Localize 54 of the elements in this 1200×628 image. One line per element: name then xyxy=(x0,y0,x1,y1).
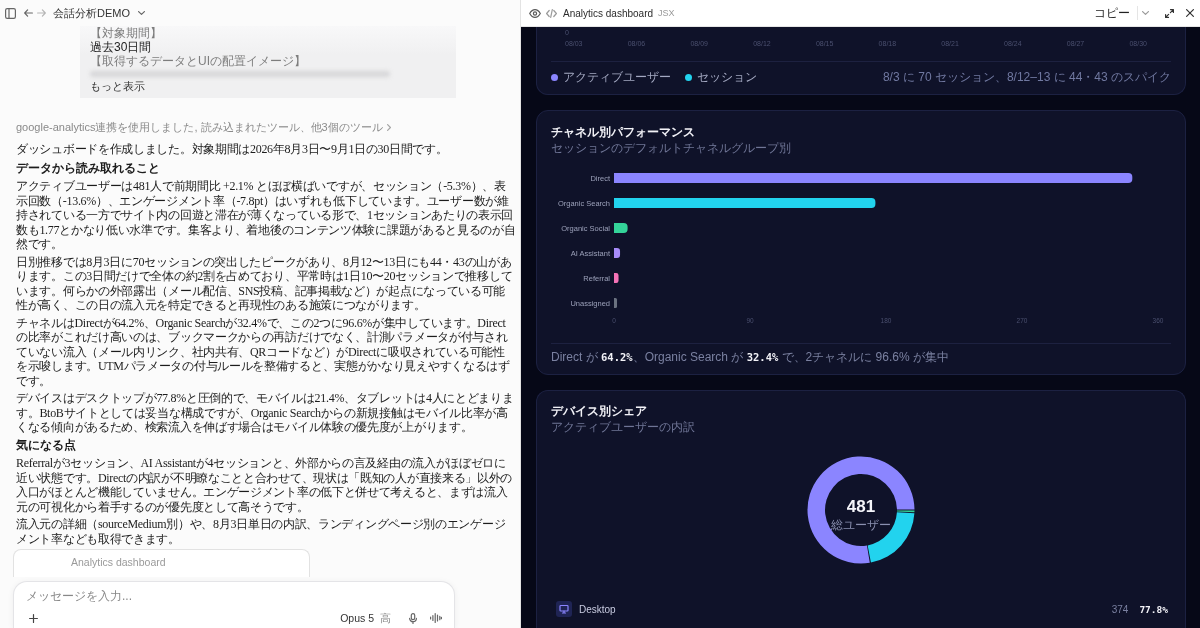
artifact-title: Analytics dashboard xyxy=(563,7,654,19)
code-icon[interactable] xyxy=(546,8,557,18)
microphone-icon xyxy=(409,612,417,624)
close-icon[interactable] xyxy=(1186,9,1194,17)
bar xyxy=(614,223,628,233)
back-arrow-icon[interactable] xyxy=(24,9,33,17)
chevron-right-icon xyxy=(386,123,391,131)
bar xyxy=(614,298,617,308)
device-name: Desktop xyxy=(579,603,616,615)
response-paragraph: デバイスはデスクトップが77.8%と圧倒的で、モバイルは21.4%、タブレットは4人にとどまります。BtoBサイトとしては妥当な構成ですが、Organic Searchからの新規接触はモバイル比率が高くなる傾向があるため、検索流入を伸ばす場合はモバイル体験の優先度が上がります。 xyxy=(16,391,515,435)
chevron-down-icon xyxy=(1142,11,1149,15)
message-line: 【対象期間】 xyxy=(90,26,163,40)
waveform-icon xyxy=(430,613,442,623)
total-value: 481 xyxy=(846,497,876,516)
bar xyxy=(614,273,619,283)
message-line: 過去30日間 xyxy=(90,40,153,54)
artifact-card-title: Analytics dashboard xyxy=(71,555,166,569)
device-share: 77.8% xyxy=(1139,603,1168,615)
card-title: チャネル別パフォーマンス xyxy=(551,125,696,140)
show-more-link[interactable]: もっと表示 xyxy=(90,79,446,93)
bar xyxy=(614,248,621,258)
response-paragraph: Referralが3セッション、AI Assistantが4セッションと、外部からの言及経由の流入がほぼゼロに近い状態です。Directの内訳が不明瞭なことと合わせて、現状は「既知の人が直接来る」以外の入口がほとんど機能していません。エンゲージメント率の低下と併せて考えると、まずは流入元の可視化から着手するのが優先度として高そうです。 xyxy=(16,456,514,514)
device-count: 374 xyxy=(1111,603,1129,615)
expand-icon[interactable] xyxy=(1165,8,1174,18)
card-subtitle: セッションのデフォルトチャネルグループ別 xyxy=(551,141,792,156)
attach-button[interactable] xyxy=(29,613,38,623)
file-type-label: JSX xyxy=(658,8,675,18)
tool-usage-link[interactable]: google-analytics連携を使用しました, 読み込まれたツール、他3個のツール xyxy=(16,120,391,134)
response-paragraph: 流入元の詳細（sourceMedium別）や、8月3日単日の内訳、ランディングページ別のエンゲージメント率なども取得できます。 xyxy=(16,517,507,546)
total-label: 総ユーザー xyxy=(831,518,891,532)
card-title: デバイス別シェア xyxy=(551,404,648,419)
eye-icon[interactable] xyxy=(529,8,541,18)
card-subtitle: アクティブユーザーの内訳 xyxy=(551,420,696,435)
response-heading: データから読み取れること xyxy=(16,160,161,175)
copy-button[interactable]: コピー xyxy=(1089,3,1135,23)
response-heading: 気になる点 xyxy=(16,437,77,452)
message-input[interactable]: メッセージを入力... xyxy=(26,588,326,604)
message-line: 【取得するデータとUIの配置イメージ】 xyxy=(90,54,307,68)
chevron-down-icon xyxy=(138,11,145,15)
legend-label: セッション xyxy=(697,69,757,85)
chart-summary: Direct が 64.2%、Organic Search が 32.4% で、2チャネルに 96.6% が集中 xyxy=(551,350,950,365)
legend-label: アクティブユーザー xyxy=(563,69,671,85)
response-paragraph: 日別推移では8月3日に70セッションの突出したピークがあり、8月12〜13日にも44・43の山があります。この3日間だけで全体の約2割を占めており、平常時は1日10〜20セッションで推移しています。何らかの外部露出（メール配信、SNS投稿、記事掲載など）が起点になっている可能性が高く、この日の流入元を特定できると再現性のある施策につながります。 xyxy=(16,254,514,313)
monitor-icon xyxy=(556,601,572,617)
response-paragraph: チャネルはDirectが64.2%、Organic Searchが32.4%で、この2つに96.6%が集中しています。Directの比率がこれだけ高いのは、ブックマークからの再訪だけでなく、計測パラメータが付与されていない流入（メール内リンク、社内共有、QRコードなど）がDirectに吸収されている可能性を示唆します。UTMパラメータの付与ルールを整備すると、実態がかなり見えやすくなるはずです。 xyxy=(16,315,511,388)
conversation-title[interactable]: 会話分析DEMO xyxy=(53,5,145,21)
response-paragraph: ダッシュボードを作成しました。対象期間は2026年8月3日〜9月1日の30日間です。 xyxy=(16,142,449,157)
model-selector[interactable]: Opus 5 高 xyxy=(340,610,391,626)
voice-mode-button[interactable] xyxy=(430,613,442,623)
chart-note: 8/3 に 70 セッション、8/12–13 に 44・43 のスパイク xyxy=(882,69,1171,85)
microphone-button[interactable] xyxy=(409,612,417,624)
sidebar-icon[interactable] xyxy=(5,7,16,19)
plus-icon xyxy=(29,613,38,623)
response-paragraph: アクティブユーザーは481人で前期間比 +2.1% とほぼ横ばいですが、セッション（-5.3%）、表示回数（-13.6%）、エンゲージメント率（-7.8pt）はいずれも低下しています。ユーザー数が維持されている一方でサイト内の回遊と滞在が薄くなっている形で、1セッションあたりの表示回数も1.77とかなり低い水準です。集客より、着地後のコンテンツ体験に課題があると見るのが自然です。 xyxy=(16,179,516,252)
